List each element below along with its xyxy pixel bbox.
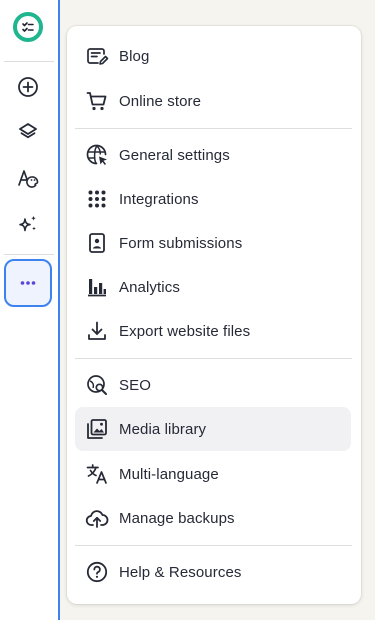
menu-item-label: Analytics [119, 278, 180, 296]
rail-divider [4, 61, 54, 62]
download-icon [88, 321, 106, 340]
globe-cursor-icon [86, 144, 107, 165]
menu-item-label: SEO [119, 376, 151, 394]
add-element-button[interactable] [4, 65, 52, 109]
cloud-backup-icon [85, 510, 109, 528]
media-images-icon [87, 419, 107, 439]
menu-item-label: Media library [119, 420, 207, 438]
menu-item-label: Help & Resources [119, 563, 242, 581]
menu-item-integrations[interactable]: Integrations [75, 177, 351, 221]
more-options-menu: Blog Online store General settings Integ… [67, 26, 361, 604]
theme-font-palette-icon [18, 170, 39, 188]
seo-search-icon [87, 375, 107, 395]
app-root: Blog Online store General settings Integ… [0, 0, 375, 620]
menu-item-seo[interactable]: SEO [75, 363, 351, 407]
menu-item-multi-language[interactable]: Multi-language [75, 452, 351, 496]
blog-edit-icon [87, 48, 109, 65]
layers-icon [19, 123, 37, 139]
translate-icon [86, 464, 107, 484]
rail-border [58, 0, 60, 620]
menu-divider [75, 128, 352, 129]
help-circle-icon [86, 561, 108, 583]
more-options-button[interactable] [4, 259, 52, 307]
left-rail [0, 0, 58, 620]
menu-item-analytics[interactable]: Analytics [75, 265, 351, 309]
menu-item-label: Online store [119, 92, 202, 110]
menu-item-form-submissions[interactable]: Form submissions [75, 221, 351, 265]
menu-item-manage-backups[interactable]: Manage backups [75, 496, 351, 540]
menu-item-help-resources[interactable]: Help & Resources [75, 550, 351, 594]
menu-item-blog[interactable]: Blog [75, 34, 351, 78]
menu-item-label: Multi-language [119, 465, 219, 483]
menu-item-label: Integrations [119, 190, 199, 208]
menu-item-online-store[interactable]: Online store [75, 79, 351, 123]
menu-item-export-website-files[interactable]: Export website files [75, 309, 351, 353]
sparkles-ai-icon [19, 215, 36, 232]
ai-assistant-button[interactable] [4, 202, 52, 246]
menu-item-media-library[interactable]: Media library [75, 407, 351, 451]
menu-item-label: General settings [119, 146, 230, 164]
menu-item-general-settings[interactable]: General settings [75, 133, 351, 177]
grid-dots-icon [88, 190, 106, 208]
shopping-cart-icon [86, 92, 107, 111]
menu-item-label: Export website files [119, 322, 251, 340]
form-contact-icon [89, 233, 105, 253]
menu-item-label: Form submissions [119, 234, 243, 252]
menu-item-label: Manage backups [119, 509, 235, 527]
styles-button[interactable] [4, 156, 52, 200]
menu-divider [75, 358, 352, 359]
bar-chart-icon [88, 279, 106, 297]
menu-divider [75, 545, 352, 546]
layers-button[interactable] [4, 110, 52, 154]
more-dots-icon [20, 281, 36, 285]
add-circle-icon [18, 77, 38, 97]
app-logo-icon[interactable] [11, 10, 45, 44]
rail-divider [4, 254, 54, 255]
menu-item-label: Blog [119, 47, 150, 65]
